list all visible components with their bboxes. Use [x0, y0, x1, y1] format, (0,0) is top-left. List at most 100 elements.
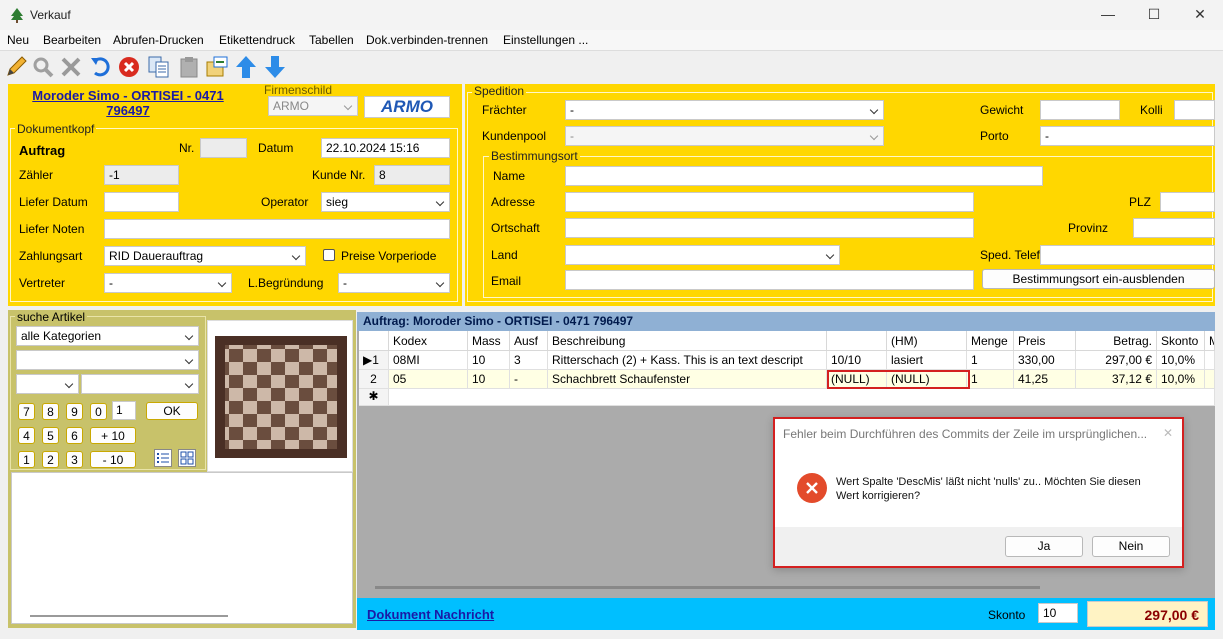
key-7[interactable]: 7 [18, 403, 35, 420]
paste-icon[interactable] [176, 54, 202, 80]
grid-scrollbar[interactable] [375, 586, 1040, 589]
cancel-icon[interactable] [116, 54, 142, 80]
zaehler-field[interactable]: -1 [104, 165, 179, 185]
filter1-select[interactable] [16, 374, 79, 394]
menu-tabellen[interactable]: Tabellen [309, 33, 354, 47]
kolli-field[interactable] [1174, 100, 1215, 120]
vertreter-select[interactable]: - [104, 273, 232, 293]
ortschaft-field[interactable] [565, 218, 974, 238]
bestimmungsort-toggle-button[interactable]: Bestimmungsort ein-ausblenden [982, 269, 1215, 289]
table-cell[interactable]: Schachbrett Schaufenster [548, 370, 827, 389]
datum-field[interactable]: 22.10.2024 15:16 [321, 138, 450, 158]
table-cell[interactable]: 1 [967, 351, 1014, 370]
search-icon[interactable] [30, 54, 56, 80]
table-cell[interactable]: 10 [468, 370, 510, 389]
table-cell[interactable]: 10,0% [1157, 370, 1205, 389]
dialog-close-button[interactable]: ✕ [1163, 426, 1173, 440]
table-cell[interactable]: 297,00 € [1076, 351, 1157, 370]
menu-einstellungen[interactable]: Einstellungen ... [503, 33, 588, 47]
plz-field[interactable] [1160, 192, 1215, 212]
key-1[interactable]: 1 [18, 451, 35, 468]
nr-field[interactable] [200, 138, 247, 158]
col-ausf[interactable]: Ausf [510, 331, 548, 351]
quantity-field[interactable]: 1 [112, 401, 136, 420]
article-list[interactable] [11, 472, 353, 624]
row-indicator[interactable]: 2 [359, 370, 389, 389]
key-8[interactable]: 8 [42, 403, 59, 420]
key-0[interactable]: 0 [90, 403, 107, 420]
grid-view-icon[interactable] [178, 449, 196, 467]
col-betrag[interactable]: Betrag. [1076, 331, 1157, 351]
nein-button[interactable]: Nein [1092, 536, 1170, 557]
table-cell[interactable]: 330,00 [1014, 351, 1076, 370]
table-cell[interactable]: 10 [468, 351, 510, 370]
firmenschild-select[interactable]: ARMO [268, 96, 358, 116]
adresse-field[interactable] [565, 192, 974, 212]
menu-dok-verbinden[interactable]: Dok.verbinden-trennen [366, 33, 488, 47]
key-plus-10[interactable]: + 10 [90, 427, 136, 444]
key-2[interactable]: 2 [42, 451, 59, 468]
fraechter-select[interactable]: - [565, 100, 884, 120]
col-menge[interactable]: Menge [967, 331, 1014, 351]
table-cell[interactable]: 3 [510, 351, 548, 370]
undo-icon[interactable] [88, 54, 114, 80]
export-icon[interactable] [204, 54, 230, 80]
delete-x-icon[interactable] [58, 54, 84, 80]
col-m[interactable]: M [1205, 331, 1215, 351]
key-3[interactable]: 3 [66, 451, 83, 468]
skonto-field[interactable]: 10 [1038, 603, 1078, 623]
porto-field[interactable]: - [1040, 126, 1215, 146]
arrow-up-icon[interactable] [233, 54, 259, 80]
table-cell[interactable]: 41,25 [1014, 370, 1076, 389]
zahlungsart-select[interactable]: RID Dauerauftrag [104, 246, 306, 266]
col-hm[interactable]: (HM) [887, 331, 967, 351]
kunde-nr-field[interactable]: 8 [374, 165, 450, 185]
table-cell[interactable] [1205, 370, 1215, 389]
email-field[interactable] [565, 270, 974, 290]
table-cell[interactable]: 10/10 [827, 351, 887, 370]
minimize-button[interactable]: — [1085, 0, 1131, 30]
table-cell[interactable]: 1 [967, 370, 1014, 389]
table-cell[interactable]: 08MI [389, 351, 468, 370]
table-cell[interactable]: 05 [389, 370, 468, 389]
col-skonto[interactable]: Skonto [1157, 331, 1205, 351]
list-view-icon[interactable] [154, 449, 172, 467]
ok-button[interactable]: OK [146, 402, 198, 420]
key-minus-10[interactable]: - 10 [90, 451, 136, 468]
table-cell[interactable] [1205, 351, 1215, 370]
row-indicator[interactable]: ▶1 [359, 351, 389, 370]
provinz-field[interactable] [1133, 218, 1215, 238]
customer-link[interactable]: Moroder Simo - ORTISEI - 0471 796497 [18, 88, 238, 118]
col-beschreibung[interactable]: Beschreibung [548, 331, 827, 351]
filter2-select[interactable] [81, 374, 199, 394]
key-5[interactable]: 5 [42, 427, 59, 444]
table-cell[interactable]: Ritterschach (2) + Kass. This is an text… [548, 351, 827, 370]
subcategory-select[interactable] [16, 350, 199, 370]
table-cell[interactable]: 10,0% [1157, 351, 1205, 370]
new-row[interactable] [389, 389, 1215, 406]
key-6[interactable]: 6 [66, 427, 83, 444]
article-list-scrollbar[interactable] [30, 615, 228, 617]
menu-abrufen-drucken[interactable]: Abrufen-Drucken [113, 33, 204, 47]
pencil-icon[interactable] [3, 54, 29, 80]
key-4[interactable]: 4 [18, 427, 35, 444]
menu-neu[interactable]: Neu [7, 33, 29, 47]
arrow-down-icon[interactable] [262, 54, 288, 80]
table-cell[interactable]: lasiert [887, 351, 967, 370]
dokument-nachricht-link[interactable]: Dokument Nachricht [367, 607, 494, 622]
col-kodex[interactable]: Kodex [389, 331, 468, 351]
table-cell[interactable]: - [510, 370, 548, 389]
key-9[interactable]: 9 [66, 403, 83, 420]
table-cell[interactable]: 37,12 € [1076, 370, 1157, 389]
col-mass[interactable]: Mass [468, 331, 510, 351]
new-row-indicator[interactable]: ✱ [359, 389, 389, 406]
col-descmis[interactable] [827, 331, 887, 351]
sped-telefon-field[interactable] [1040, 245, 1215, 265]
category-select[interactable]: alle Kategorien [16, 326, 199, 346]
preise-vorperiode-checkbox[interactable] [323, 249, 335, 261]
menu-bearbeiten[interactable]: Bearbeiten [43, 33, 101, 47]
name-field[interactable] [565, 166, 1043, 186]
gewicht-field[interactable] [1040, 100, 1120, 120]
liefer-datum-field[interactable] [104, 192, 179, 212]
maximize-button[interactable]: ☐ [1131, 0, 1177, 30]
